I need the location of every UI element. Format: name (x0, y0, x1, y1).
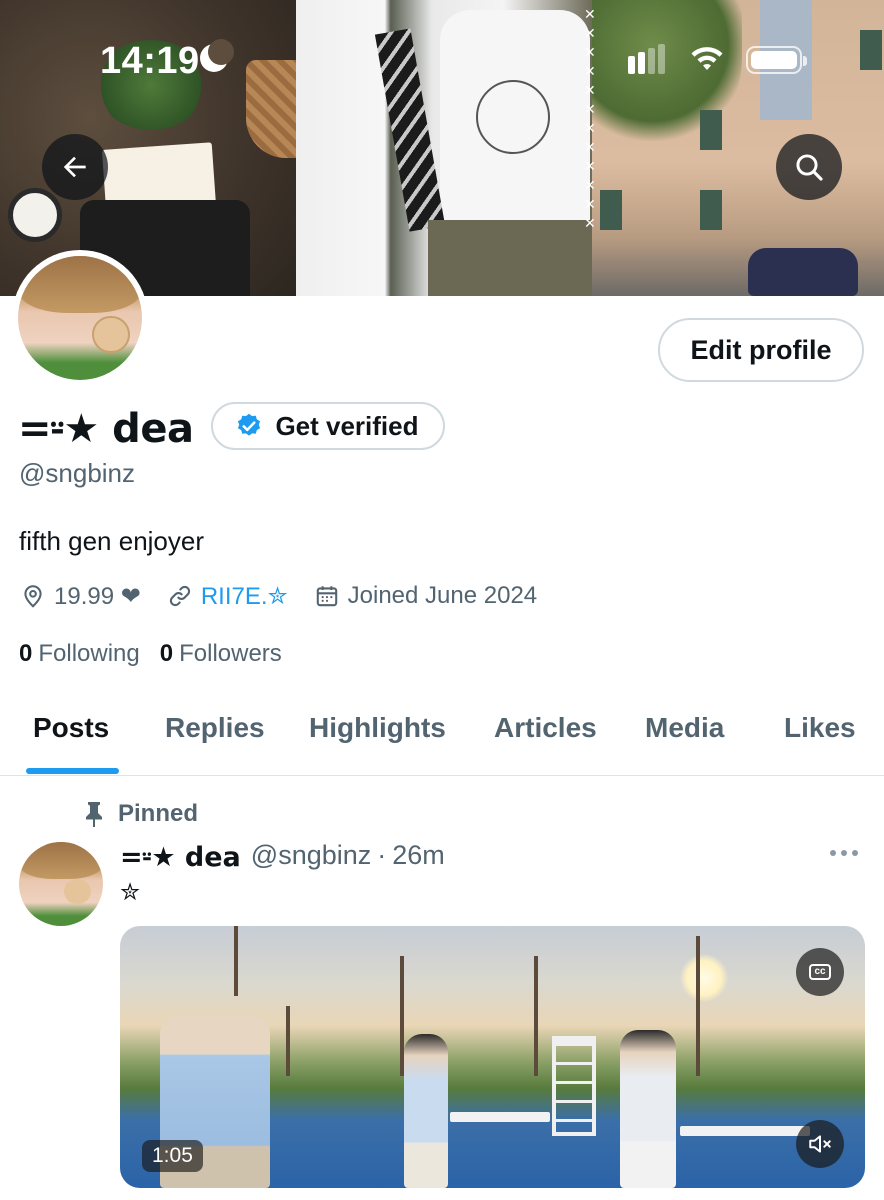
calendar-icon (316, 586, 337, 607)
muted-speaker-icon (809, 1135, 831, 1153)
location-text: 19.99 ❤ (54, 582, 141, 610)
tab-posts[interactable]: Posts (33, 712, 109, 744)
post-time[interactable]: 26m (392, 840, 445, 871)
website-item[interactable]: RII7E.✮ (167, 582, 288, 611)
followers-link[interactable]: 0 Followers (160, 640, 282, 668)
banner-clock (8, 188, 62, 242)
profile-handle: @sngbinz (19, 458, 136, 488)
more-options-icon[interactable] (830, 850, 863, 856)
video-bench (680, 1126, 810, 1136)
link-icon (169, 585, 190, 607)
follow-stats: 0 Following 0 Followers (19, 640, 302, 668)
location-pin-icon (24, 585, 42, 608)
verified-badge-icon (238, 413, 261, 436)
arrow-left-icon (63, 156, 86, 178)
status-time: 14:19 (100, 40, 200, 82)
video-sun (680, 954, 728, 1002)
captions-button[interactable]: cc (796, 948, 844, 996)
banner-window (700, 190, 722, 230)
following-count: 0 (19, 640, 33, 667)
get-verified-label: Get verified (275, 410, 419, 441)
tab-highlights[interactable]: Highlights (309, 712, 446, 744)
tab-articles[interactable]: Articles (494, 712, 597, 744)
post-author-avatar[interactable] (19, 842, 103, 926)
video-palm (234, 926, 238, 996)
video-person (620, 1030, 676, 1188)
video-lifeguard-chair (552, 1036, 596, 1136)
video-bench (450, 1112, 550, 1122)
profile-tabs: Posts Replies Highlights Articles Media … (0, 700, 884, 776)
banner-window (700, 110, 722, 150)
search-button[interactable] (776, 134, 842, 200)
profile-avatar[interactable] (12, 250, 148, 386)
video-person (404, 1034, 448, 1188)
tab-replies[interactable]: Replies (165, 712, 265, 744)
search-icon (796, 154, 823, 181)
get-verified-button[interactable]: Get verified (211, 402, 445, 450)
profile-meta: 19.99 ❤ RII7E.✮ Joined June 2024 (20, 580, 563, 612)
joined-item: Joined June 2024 (314, 582, 538, 610)
active-tab-indicator (26, 768, 119, 774)
video-duration: 1:05 (142, 1140, 203, 1172)
banner-stitch-decoration: ✕ ✕ ✕ ✕ ✕ ✕ ✕ ✕ ✕ ✕ ✕ ✕ (584, 7, 596, 232)
avatar-photo (18, 256, 142, 380)
profile-name-row: =⸚★ dea Get verified (18, 398, 445, 454)
pin-icon (86, 802, 102, 827)
tab-media[interactable]: Media (645, 712, 724, 744)
banner-car (748, 248, 858, 296)
post-video[interactable]: cc 1:05 (120, 926, 865, 1188)
captions-icon: cc (809, 964, 831, 980)
banner-window (600, 190, 622, 230)
back-button[interactable] (42, 134, 108, 200)
following-link[interactable]: 0 Following (19, 640, 140, 668)
mute-button[interactable] (796, 1120, 844, 1168)
banner-window (860, 30, 882, 70)
video-palm (534, 956, 538, 1076)
pinned-indicator: Pinned (84, 800, 198, 828)
tab-likes[interactable]: Likes (784, 712, 856, 744)
post-separator: · (377, 839, 387, 870)
banner-pants (428, 220, 592, 296)
post-header: =⸚★ dea @sngbinz · 26m (120, 836, 445, 874)
pinned-label: Pinned (118, 800, 199, 827)
moon-icon (200, 39, 234, 72)
display-name: =⸚★ dea (18, 405, 194, 452)
joined-text: Joined June 2024 (347, 582, 538, 609)
followers-count: 0 (159, 640, 174, 667)
post-text: ✮ (120, 878, 141, 906)
following-label: Following (38, 640, 140, 667)
video-palm (696, 936, 700, 1076)
website-link[interactable]: RII7E.✮ (201, 582, 288, 611)
wifi-icon (691, 47, 723, 70)
post-author-handle[interactable]: @sngbinz (251, 840, 371, 871)
video-palm (286, 1006, 290, 1076)
edit-profile-button[interactable]: Edit profile (658, 318, 864, 382)
location-item: 19.99 ❤ (20, 582, 141, 611)
profile-bio: fifth gen enjoyer (19, 526, 205, 556)
banner-shirt (440, 10, 590, 240)
post-author-name[interactable]: =⸚★ dea (120, 837, 241, 874)
battery-icon (746, 46, 807, 74)
followers-label: Followers (179, 640, 282, 667)
